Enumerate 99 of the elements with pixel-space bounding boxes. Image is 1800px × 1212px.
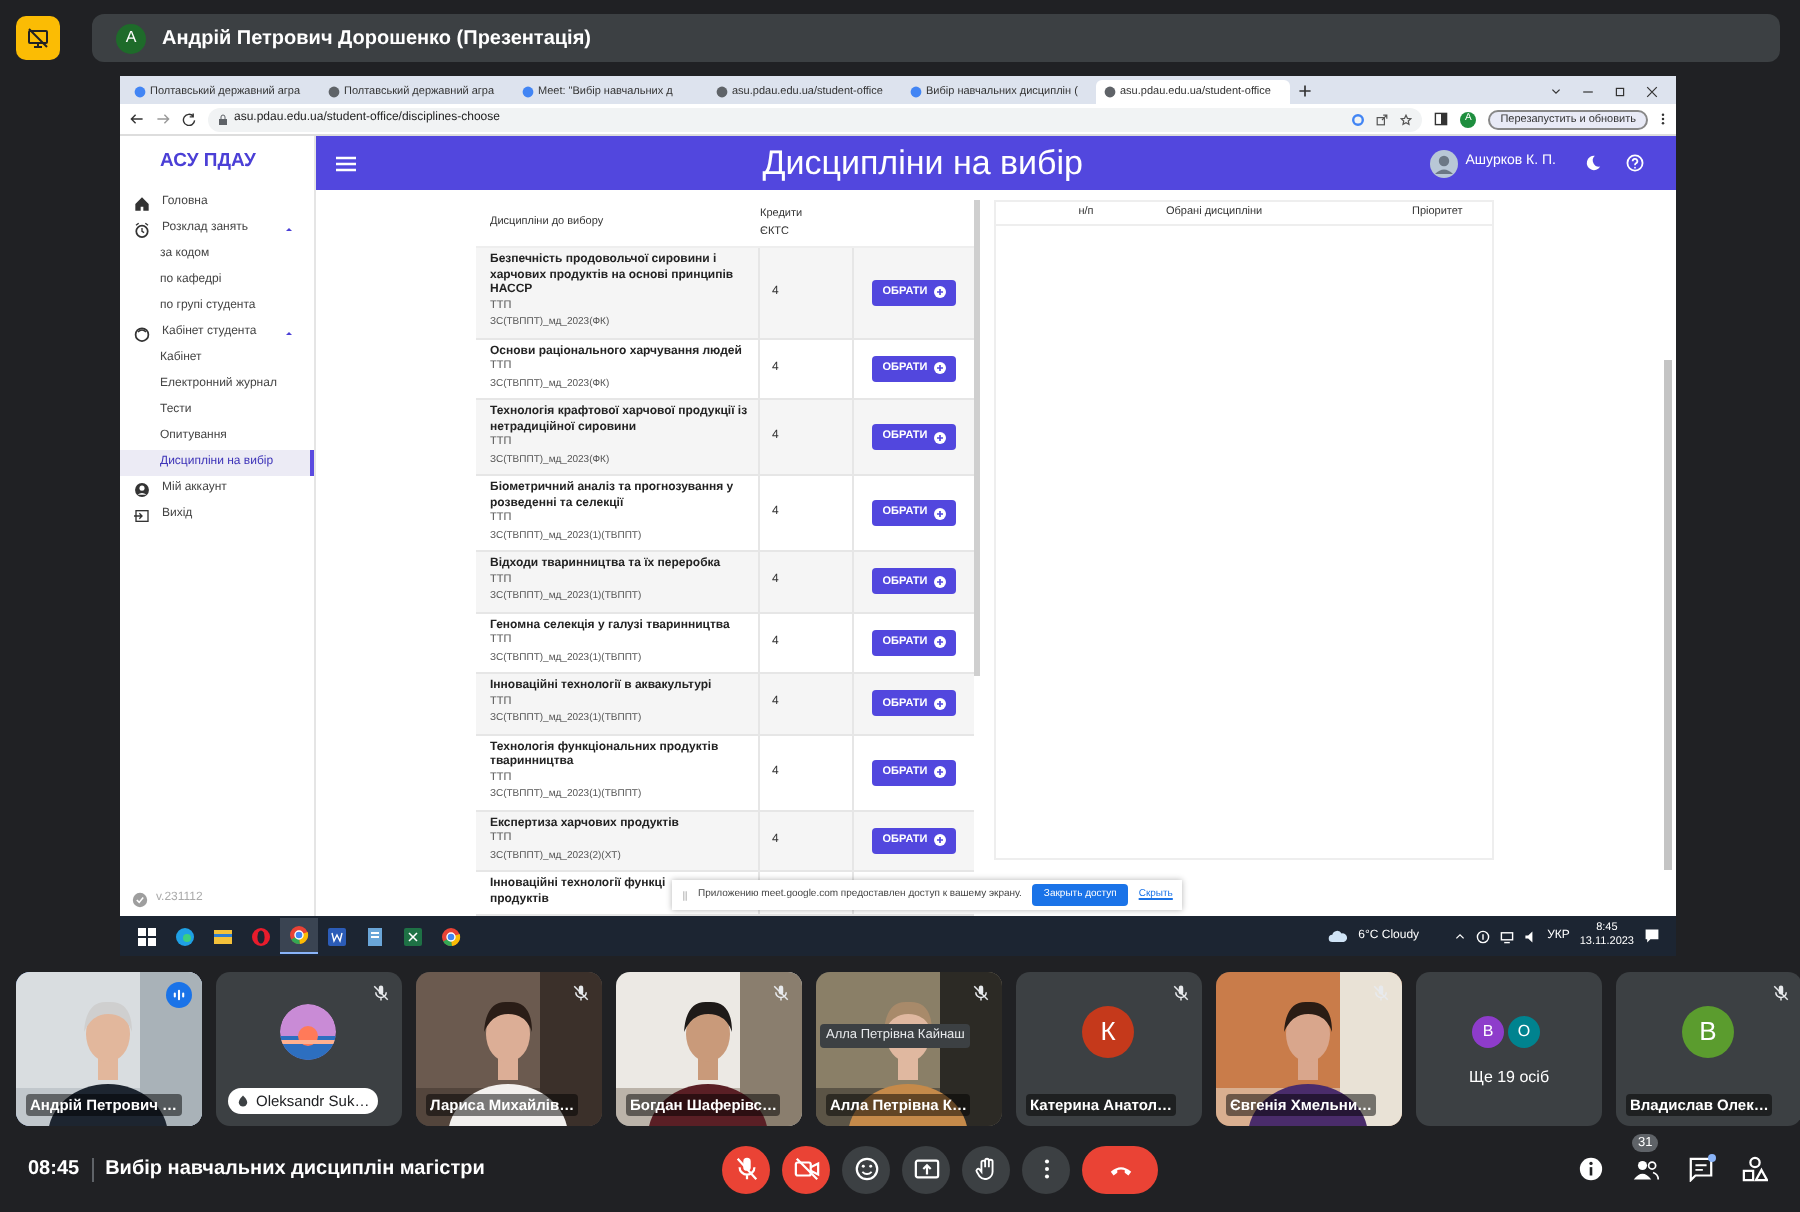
mic-off-icon	[733, 1156, 759, 1182]
windows-icon	[136, 925, 158, 947]
folder-icon	[212, 925, 234, 947]
alarm-clock-icon	[134, 221, 150, 237]
plus-icon	[933, 834, 946, 847]
document-icon	[364, 925, 386, 947]
people-icon	[1632, 1156, 1660, 1182]
caret-icon[interactable]	[284, 328, 294, 338]
meeting-time: 08:45	[28, 1156, 80, 1184]
account-icon	[134, 481, 150, 497]
word-icon	[326, 925, 348, 947]
avatar: К	[1082, 1006, 1134, 1058]
network-icon[interactable]	[1499, 929, 1514, 943]
activities-icon[interactable]	[1742, 1156, 1768, 1182]
back-icon[interactable]	[130, 112, 144, 126]
mic-off-icon	[372, 984, 390, 1002]
check-icon	[132, 891, 148, 907]
favicon-icon	[716, 86, 728, 98]
screen-off-icon	[26, 26, 50, 50]
participant-tile[interactable]: В О Ще 19 осіб	[1416, 972, 1602, 1126]
chat-button[interactable]	[1688, 1156, 1714, 1182]
plus-icon	[933, 636, 946, 649]
more-options-button[interactable]	[1022, 1145, 1070, 1193]
avatar: В	[1472, 1016, 1504, 1048]
volume-icon[interactable]	[1523, 929, 1538, 943]
hand-icon	[973, 1156, 999, 1182]
info-icon[interactable]	[1578, 1156, 1604, 1182]
mic-off-icon	[972, 984, 990, 1002]
mic-off-icon	[1772, 984, 1790, 1002]
forward-icon[interactable]	[156, 112, 170, 126]
plus-icon	[933, 766, 946, 778]
menu-icon[interactable]	[1660, 112, 1666, 126]
emoji-icon	[853, 1156, 879, 1182]
chrome-icon	[440, 925, 462, 947]
favicon-icon	[328, 86, 340, 98]
scrollbar[interactable]	[1664, 360, 1672, 870]
plus-icon	[933, 697, 946, 710]
lock-icon	[218, 113, 228, 125]
plus-icon	[933, 507, 946, 519]
minimize-icon[interactable]	[1582, 86, 1594, 98]
microphone-button[interactable]	[722, 1145, 770, 1193]
taskbar-app[interactable]	[280, 918, 318, 954]
reload-icon[interactable]	[182, 112, 196, 126]
chrome-icon	[288, 924, 310, 946]
stop-presenting-button[interactable]	[16, 16, 60, 60]
caret-icon[interactable]	[284, 224, 294, 234]
user-avatar[interactable]	[1429, 149, 1458, 177]
mic-off-icon	[772, 984, 790, 1002]
favicon-icon	[1104, 86, 1116, 98]
favicon-icon	[522, 86, 534, 98]
favicon-icon	[910, 86, 922, 98]
avatar: A	[116, 23, 146, 53]
camera-off-icon	[793, 1156, 819, 1182]
excel-icon	[402, 925, 424, 947]
logout-icon	[134, 507, 150, 523]
menu-icon[interactable]	[336, 155, 356, 171]
reactions-button[interactable]	[842, 1145, 890, 1193]
plus-icon	[933, 431, 946, 443]
audio-bars-icon	[172, 988, 186, 1002]
chevron-icon[interactable]	[1550, 86, 1562, 98]
mic-off-icon	[572, 984, 590, 1002]
plus-icon	[933, 362, 946, 375]
more-participants-label: Ще 19 осіб	[1466, 1066, 1552, 1090]
help-icon[interactable]	[1626, 154, 1644, 172]
side-panel-icon[interactable]	[1434, 112, 1449, 126]
avatar: В	[1682, 1006, 1734, 1058]
drop-icon	[236, 1094, 250, 1108]
page-title: Дисципліни на вибір	[760, 141, 1086, 186]
chevron-up-icon[interactable]	[1453, 930, 1466, 942]
drag-handle-icon[interactable]	[682, 889, 688, 901]
star-icon[interactable]	[1400, 113, 1413, 125]
home-icon	[134, 195, 150, 211]
notifications-icon[interactable]	[1644, 928, 1660, 944]
app-logo: АСУ ПДАУ	[158, 148, 258, 177]
presenter-title: Андрій Петрович Дорошенко (Презентація)	[162, 25, 591, 53]
meeting-title: Вибір навчальних дисциплін магістри	[105, 1156, 485, 1184]
share-icon[interactable]	[1376, 113, 1389, 125]
new-tab-icon[interactable]	[1298, 84, 1312, 98]
favicon-icon	[134, 86, 146, 98]
raise-hand-button[interactable]	[962, 1145, 1010, 1193]
face-icon	[134, 325, 150, 341]
plus-icon	[933, 286, 946, 299]
tray-icon[interactable]	[1475, 929, 1490, 943]
present-screen-icon	[913, 1156, 939, 1182]
scrollbar[interactable]	[974, 200, 980, 676]
restore-icon[interactable]	[1614, 86, 1626, 98]
leave-call-button[interactable]	[1082, 1145, 1158, 1193]
present-button[interactable]	[902, 1145, 950, 1193]
edge-icon	[174, 925, 196, 947]
plus-icon	[933, 575, 946, 588]
chat-icon	[1688, 1156, 1714, 1182]
close-icon[interactable]	[1646, 86, 1658, 98]
google-icon[interactable]	[1352, 113, 1365, 125]
opera-icon	[250, 925, 272, 947]
cloud-icon	[1328, 929, 1349, 943]
avatar: О	[1508, 1016, 1540, 1048]
mic-off-icon	[1172, 984, 1190, 1002]
moon-icon[interactable]	[1584, 154, 1602, 172]
camera-button[interactable]	[782, 1145, 830, 1193]
